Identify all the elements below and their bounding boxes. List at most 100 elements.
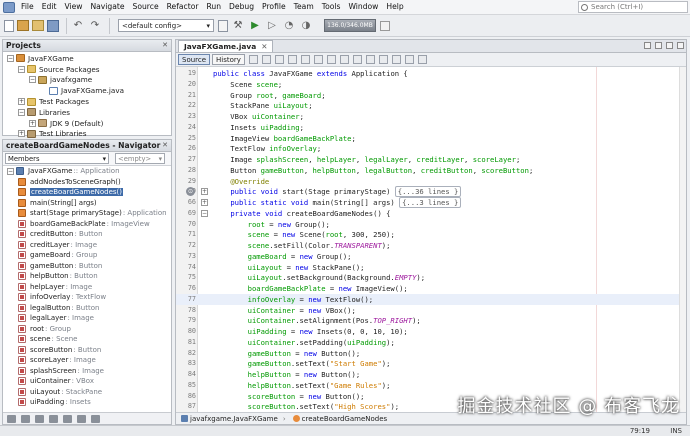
toggle-highlight-icon[interactable] (313, 55, 323, 64)
code-line[interactable]: 69− private void createBoardGameNodes() … (176, 208, 686, 219)
filter-inherited-icon[interactable] (49, 414, 58, 423)
navigator-member[interactable]: scoreButton : Button (3, 345, 171, 356)
tree-node[interactable]: − javafxgame (3, 75, 171, 86)
navigator-member[interactable]: scoreLayer : Image (3, 355, 171, 366)
collapse-fold-icon[interactable]: − (201, 209, 208, 217)
code-line[interactable]: 28 Button gameButton, helpButton, legalB… (176, 165, 686, 176)
last-edit-icon[interactable] (248, 55, 258, 64)
start-macro-icon[interactable] (404, 55, 414, 64)
expand-icon[interactable]: + (18, 98, 25, 106)
menu-edit[interactable]: Edit (38, 0, 61, 14)
memory-meter[interactable]: 136.0/346.0MB (324, 19, 376, 32)
run-icon[interactable]: ▶ (248, 19, 262, 33)
tree-node[interactable]: + Test Packages (3, 96, 171, 107)
code-line[interactable]: 20 Scene scene; (176, 79, 686, 90)
uncomment-icon[interactable] (391, 55, 401, 64)
navigator-member[interactable]: creditButton : Button (3, 229, 171, 240)
code-line[interactable]: 77 infoOverlay = new TextFlow(); (176, 293, 686, 305)
code-area[interactable]: 19 public class JavaFXGame extends Applic… (176, 67, 686, 414)
code-line[interactable]: 26 TextFlow infoOverlay; (176, 143, 686, 154)
scroll-right-icon[interactable] (655, 42, 662, 49)
code-line[interactable]: 76 boardGameBackPlate = new ImageView(); (176, 283, 686, 294)
navigator-member[interactable]: helpButton : Button (3, 271, 171, 282)
navigator-member[interactable]: uiLayout : StackPane (3, 387, 171, 398)
members-filter-select[interactable]: Members ▾ (5, 153, 109, 164)
code-line[interactable]: 73 gameBoard = new Group(); (176, 251, 686, 262)
breadcrumb-method[interactable]: createBoardGameNodes (302, 415, 388, 423)
code-line[interactable]: 79 uiContainer.setAlignment(Pos.TOP_RIGH… (176, 315, 686, 326)
menu-run[interactable]: Run (202, 0, 225, 14)
code-line[interactable]: 83 gameButton.setText("Start Game"); (176, 358, 686, 369)
code-line[interactable]: 85 helpButton.setText("Game Rules"); (176, 380, 686, 391)
profile-icon[interactable]: ◔ (282, 19, 296, 33)
navigator-member[interactable]: start(Stage primaryStage) : Application (3, 208, 171, 219)
code-line[interactable]: 70 root = new Group(); (176, 219, 686, 230)
collapse-icon[interactable]: − (7, 167, 14, 175)
code-line[interactable]: 19 public class JavaFXGame extends Applic… (176, 68, 686, 79)
new-project-icon[interactable] (17, 20, 29, 31)
navigator-member[interactable]: infoOverlay : TextFlow (3, 292, 171, 303)
code-line[interactable]: 30⊙+ public void start(Stage primaryStag… (176, 186, 686, 198)
code-line[interactable]: 80 uiPadding = new Insets(0, 0, 10, 10); (176, 326, 686, 337)
scope-select[interactable]: <empty> ▾ (115, 153, 165, 164)
config-select[interactable]: <default config> ▾ (118, 19, 214, 32)
collapse-icon[interactable]: − (7, 54, 14, 62)
expand-fold-icon[interactable]: + (201, 188, 208, 196)
navigator-member[interactable]: scene : Scene (3, 334, 171, 345)
navigator-member[interactable]: gameBoard : Group (3, 250, 171, 261)
navigator-member[interactable]: uiContainer : VBox (3, 376, 171, 387)
code-line[interactable]: 29 @Override (176, 176, 686, 187)
menu-file[interactable]: File (17, 0, 38, 14)
filter-static-icon[interactable] (21, 414, 30, 423)
menu-debug[interactable]: Debug (225, 0, 258, 14)
collapse-icon[interactable]: − (29, 76, 36, 84)
code-line[interactable]: 82 gameButton = new Button(); (176, 348, 686, 359)
expand-icon[interactable]: + (29, 119, 36, 127)
collapse-icon[interactable]: − (18, 65, 25, 73)
code-line[interactable]: 25 ImageView boardGameBackPlate; (176, 133, 686, 144)
navigator-member[interactable]: uiPadding : Insets (3, 397, 171, 408)
tree-node[interactable]: − JavaFXGame (3, 53, 171, 64)
next-bookmark-icon[interactable] (365, 55, 375, 64)
menu-window[interactable]: Window (344, 0, 382, 14)
tree-node[interactable]: − Libraries (3, 107, 171, 118)
debug-icon[interactable]: ▷ (265, 19, 279, 33)
expand-icon[interactable]: + (18, 130, 25, 138)
code-line[interactable]: 74 uiLayout = new StackPane(); (176, 262, 686, 273)
set-main-project-icon[interactable] (218, 19, 228, 32)
fqn-icon[interactable] (91, 414, 100, 423)
navigator-member[interactable]: helpLayer : Image (3, 282, 171, 293)
code-line[interactable]: 66 + public static void main(String[] arg… (176, 197, 686, 208)
comment-icon[interactable] (378, 55, 388, 64)
tree-node[interactable]: + Test Libraries (3, 129, 171, 140)
code-line[interactable]: 27 Image splashScreen, helpLayer, legalL… (176, 154, 686, 165)
navigator-member[interactable]: splashScreen : Image (3, 366, 171, 377)
tree-node[interactable]: JavaFXGame.java (3, 85, 171, 96)
undo-icon[interactable]: ↶ (71, 19, 85, 33)
menu-profile[interactable]: Profile (258, 0, 290, 14)
close-icon[interactable]: ✕ (162, 141, 168, 149)
filter-fields-icon[interactable] (7, 414, 16, 423)
code-line[interactable]: 24 Insets uiPadding; (176, 122, 686, 133)
navigator-member[interactable]: legalButton : Button (3, 303, 171, 314)
collapsed-code-marker[interactable]: {...36 lines } (394, 186, 462, 198)
code-line[interactable]: 81 uiContainer.setPadding(uiPadding); (176, 337, 686, 348)
save-all-icon[interactable] (47, 19, 59, 32)
menu-navigate[interactable]: Navigate (86, 0, 128, 14)
maximize-icon[interactable] (677, 42, 684, 49)
show-opened-documents-icon[interactable] (666, 42, 673, 49)
find-previous-icon[interactable] (287, 55, 297, 64)
code-line[interactable]: 71 scene = new Scene(root, 300, 250); (176, 229, 686, 240)
sort-name-icon[interactable] (63, 414, 72, 423)
editor-tab-javafxgame[interactable]: JavaFXGame.java ✕ (178, 40, 274, 52)
code-line[interactable]: 84 helpButton = new Button(); (176, 369, 686, 380)
menu-source[interactable]: Source (129, 0, 163, 14)
scroll-left-icon[interactable] (644, 42, 651, 49)
back-icon[interactable] (261, 55, 271, 64)
redo-icon[interactable]: ↷ (88, 19, 102, 33)
navigator-member[interactable]: gameButton : Button (3, 261, 171, 272)
menu-refactor[interactable]: Refactor (163, 0, 203, 14)
shift-right-icon[interactable] (339, 55, 349, 64)
stop-macro-icon[interactable] (417, 55, 427, 64)
collapse-icon[interactable]: − (18, 108, 25, 116)
